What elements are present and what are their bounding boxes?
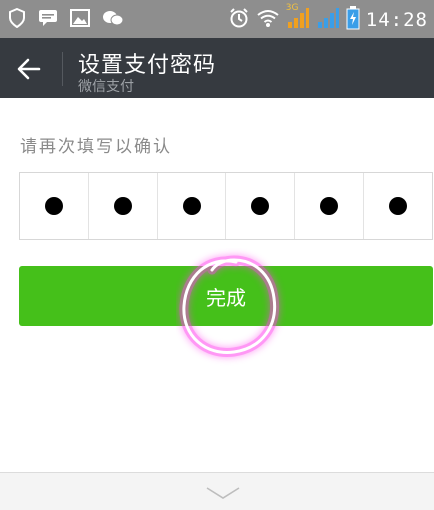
wifi-icon [256, 8, 280, 32]
chevron-down-icon[interactable] [203, 485, 243, 501]
pin-dot [389, 197, 408, 215]
alarm-icon [228, 7, 250, 33]
done-button-label: 完成 [206, 287, 246, 310]
status-bar: 3G 14:28 [0, 0, 434, 38]
arrow-left-icon [17, 58, 41, 80]
header-divider [62, 52, 63, 86]
pin-cell-2[interactable] [89, 173, 158, 239]
back-button[interactable] [12, 52, 46, 86]
shield-icon [8, 7, 26, 32]
pin-cell-5[interactable] [295, 173, 365, 239]
pin-dot [182, 197, 201, 215]
network-type-label: 3G [285, 3, 299, 13]
pin-input[interactable] [19, 172, 433, 240]
pin-dot [251, 197, 270, 215]
pin-cell-3[interactable] [158, 173, 227, 239]
pin-dot [44, 197, 63, 215]
status-bar-time: 14:28 [365, 9, 428, 31]
app-header: 设置支付密码 微信支付 [0, 38, 434, 98]
status-bar-system: 3G 14:28 [228, 3, 428, 34]
pin-dot [113, 197, 132, 215]
pin-dot [320, 197, 339, 215]
image-icon [70, 9, 90, 31]
signal-icon [316, 6, 340, 34]
pin-cell-6[interactable] [364, 173, 432, 239]
page-title: 设置支付密码 [78, 53, 217, 78]
wechat-icon [102, 9, 124, 31]
keyboard-toggle-bar[interactable] [0, 472, 434, 510]
pin-confirm-panel: 请再次填写以确认 完成 [0, 98, 434, 472]
pin-cell-1[interactable] [20, 173, 89, 239]
battery-icon [346, 6, 360, 34]
chat-icon [38, 9, 58, 31]
status-bar-notifications [8, 7, 124, 32]
done-button[interactable]: 完成 [19, 266, 433, 326]
confirm-hint: 请再次填写以确认 [20, 137, 172, 157]
pin-cell-4[interactable] [226, 173, 296, 239]
signal-icon: 3G [285, 3, 310, 34]
page-subtitle: 微信支付 [78, 79, 134, 95]
